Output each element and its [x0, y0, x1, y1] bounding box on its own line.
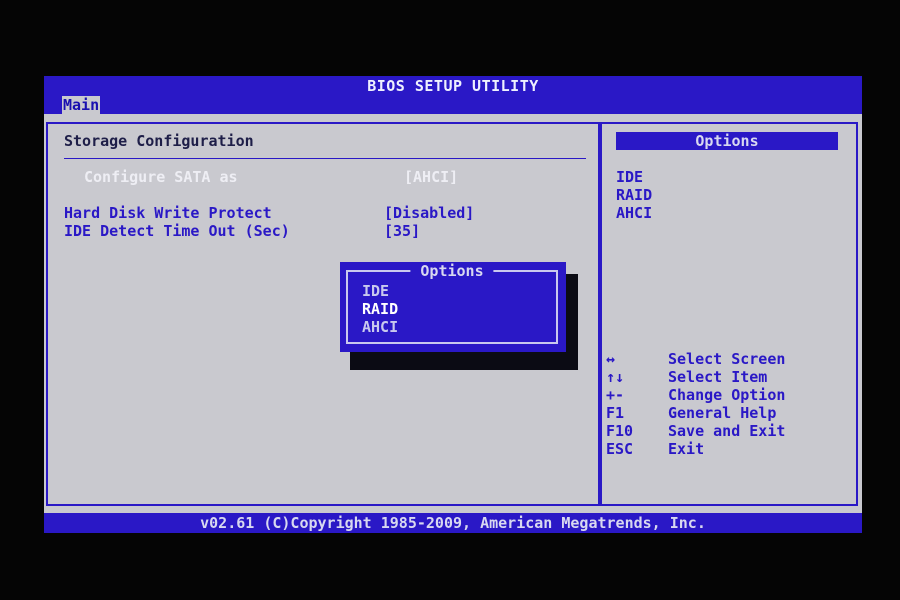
section-title: Storage Configuration: [64, 132, 254, 150]
key-description: Exit: [668, 440, 705, 458]
help-panel-title: Options: [616, 132, 838, 150]
copyright-footer: v02.61 (C)Copyright 1985-2009, American …: [44, 513, 862, 533]
popup-title: Options: [410, 262, 494, 280]
popup-option-raid[interactable]: RAID: [362, 300, 398, 318]
key-label: +-: [606, 386, 625, 404]
popup-options-list: IDE RAID AHCI: [362, 282, 398, 336]
help-option-item: RAID: [616, 186, 653, 204]
section-divider: [64, 158, 586, 159]
key-legend-row: +- Change Option: [606, 386, 846, 404]
arrows-left-right-icon: ↔: [606, 350, 616, 368]
help-options-list: IDE RAID AHCI: [616, 168, 652, 222]
setting-value[interactable]: [35]: [384, 222, 420, 240]
popup-option-ide[interactable]: IDE: [362, 282, 398, 300]
key-label: F10: [606, 422, 634, 440]
key-label: F1: [606, 404, 625, 422]
key-description: Select Item: [668, 368, 768, 386]
tab-main[interactable]: Main: [62, 96, 101, 114]
key-legend-row: F1 General Help: [606, 404, 846, 422]
key-description: Select Screen: [668, 350, 786, 368]
options-popup: Options IDE RAID AHCI: [340, 262, 566, 352]
key-legend: ↔ Select Screen ↑↓ Select Item +- Change…: [606, 350, 846, 458]
key-description: Change Option: [668, 386, 786, 404]
popup-frame: Options IDE RAID AHCI: [346, 262, 558, 344]
key-legend-row: ESC Exit: [606, 440, 846, 458]
setting-label: Configure SATA as: [84, 168, 238, 186]
help-option-item: AHCI: [616, 204, 653, 222]
key-description: General Help: [668, 404, 777, 422]
popup-option-ahci[interactable]: AHCI: [362, 318, 398, 336]
key-description: Save and Exit: [668, 422, 786, 440]
setting-label: IDE Detect Time Out (Sec): [64, 222, 290, 240]
setting-label: Hard Disk Write Protect: [64, 204, 272, 222]
arrows-up-down-icon: ↑↓: [606, 368, 625, 386]
setting-value[interactable]: [Disabled]: [384, 204, 474, 222]
window-title: BIOS SETUP UTILITY: [44, 76, 862, 96]
help-option-item: IDE: [616, 168, 644, 186]
bios-screen: BIOS SETUP UTILITY Main Storage Configur…: [44, 76, 862, 533]
key-legend-row: ↔ Select Screen: [606, 350, 846, 368]
setting-value: [AHCI]: [404, 168, 459, 186]
setting-row-ide-timeout[interactable]: IDE Detect Time Out (Sec) [35]: [64, 222, 420, 294]
key-legend-row: F10 Save and Exit: [606, 422, 846, 440]
key-legend-row: ↑↓ Select Item: [606, 368, 846, 386]
help-panel: Options IDE RAID AHCI ↔ Select Screen ↑↓…: [600, 122, 858, 506]
tab-bar: Main: [44, 96, 862, 114]
key-label: ESC: [606, 440, 634, 458]
